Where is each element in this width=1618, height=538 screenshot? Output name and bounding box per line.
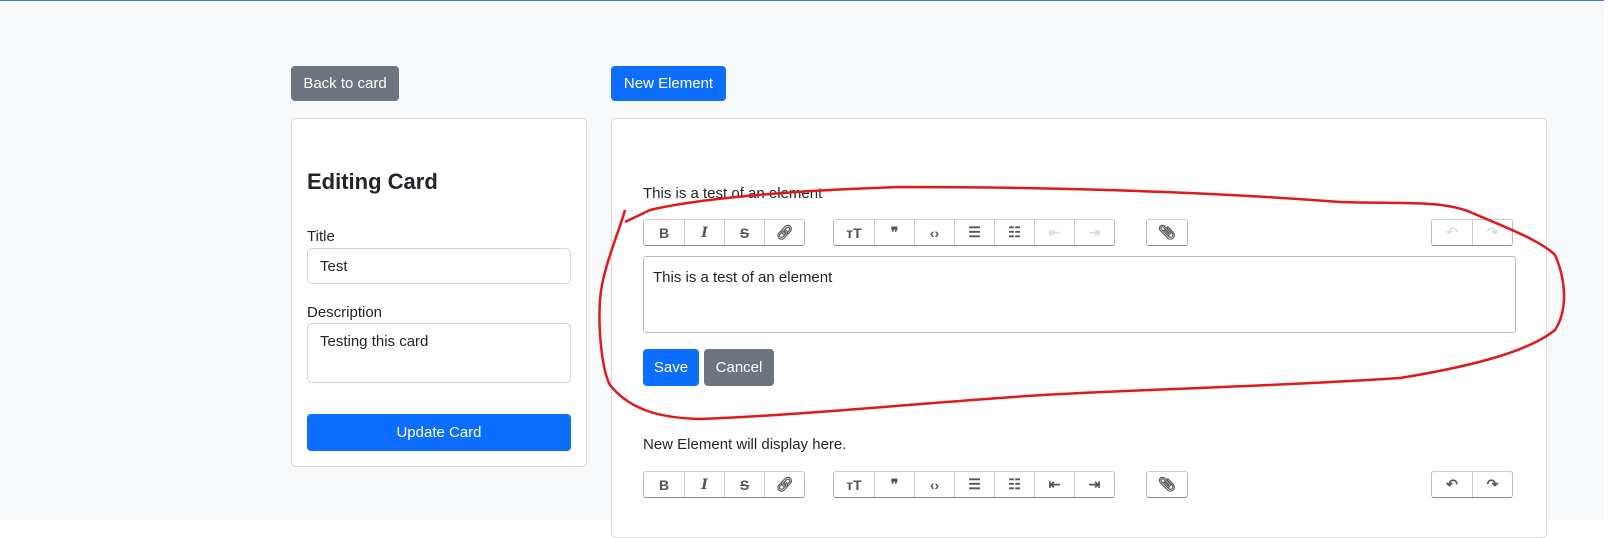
red-annotation-circle	[598, 185, 1566, 421]
